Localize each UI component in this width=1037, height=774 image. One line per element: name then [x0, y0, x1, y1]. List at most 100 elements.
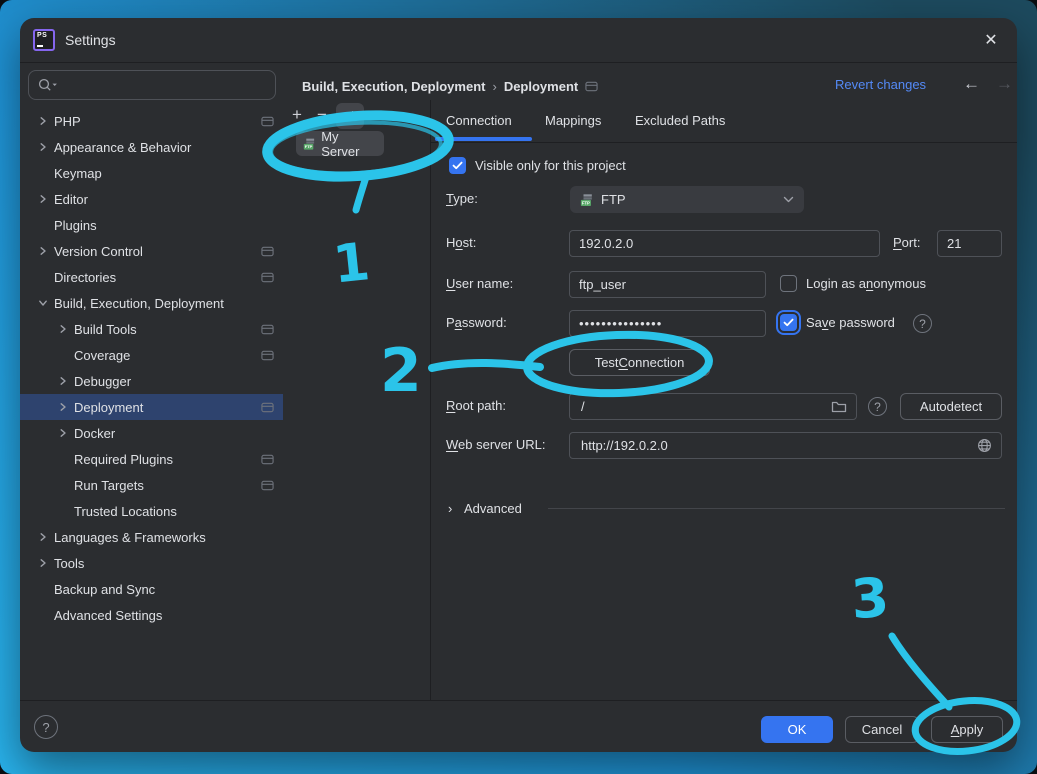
tree-item-label: Build Tools: [74, 322, 137, 337]
ftp-server-icon: FTP: [303, 137, 316, 151]
advanced-chevron-icon[interactable]: ›: [448, 501, 452, 516]
advanced-section-toggle[interactable]: Advanced: [464, 501, 522, 516]
tree-item[interactable]: Required Plugins: [20, 446, 283, 472]
tree-chevron-icon: [38, 246, 48, 256]
edit-server-button[interactable]: [336, 103, 364, 129]
search-input[interactable]: [64, 77, 267, 94]
visible-only-checkbox[interactable]: [449, 157, 466, 174]
modified-badge-icon: [261, 272, 274, 283]
save-password-checkbox[interactable]: [780, 314, 797, 331]
save-password-help-icon[interactable]: ?: [913, 314, 932, 333]
tree-item[interactable]: Docker: [20, 420, 283, 446]
tree-item-label: Deployment: [74, 400, 143, 415]
tree-item[interactable]: Directories: [20, 264, 283, 290]
tree-item-label: Debugger: [74, 374, 131, 389]
svg-text:FTP: FTP: [582, 200, 590, 205]
tree-item[interactable]: Tools: [20, 550, 283, 576]
breadcrumb-current[interactable]: Deployment: [504, 79, 578, 94]
advanced-separator: [548, 508, 1005, 509]
cancel-button[interactable]: Cancel: [845, 716, 919, 743]
window-title: Settings: [65, 18, 116, 62]
type-value: FTP: [601, 192, 626, 207]
login-anonymous-checkbox[interactable]: [780, 275, 797, 292]
tree-chevron-icon: [58, 428, 68, 438]
pencil-icon: [343, 109, 357, 123]
phpstorm-logo-underscore: [37, 45, 43, 47]
close-icon[interactable]: ✕: [981, 30, 1001, 50]
modified-badge-icon: [261, 246, 274, 257]
revert-changes-link[interactable]: Revert changes: [835, 77, 926, 92]
root-path-input[interactable]: [579, 398, 823, 415]
user-name-input[interactable]: [569, 271, 766, 298]
settings-dialog: PS Settings ✕ PHP Appearance & Behavior: [20, 18, 1017, 752]
help-icon[interactable]: ?: [34, 715, 58, 739]
tree-item-label: Trusted Locations: [74, 504, 177, 519]
tree-item[interactable]: Coverage: [20, 342, 283, 368]
type-dropdown[interactable]: FTP FTP: [570, 186, 804, 213]
back-arrow-icon[interactable]: ←: [963, 74, 980, 94]
web-server-url-input[interactable]: [579, 437, 969, 454]
tree-item[interactable]: Build Tools: [20, 316, 283, 342]
modified-badge-icon: [261, 116, 274, 127]
tree-item-label: Backup and Sync: [54, 582, 155, 597]
tree-item[interactable]: Keymap: [20, 160, 283, 186]
tree-item[interactable]: Version Control: [20, 238, 283, 264]
tree-chevron-icon: [58, 402, 68, 412]
password-input[interactable]: [569, 310, 766, 337]
root-path-field[interactable]: [569, 393, 857, 420]
tab-excluded-paths[interactable]: Excluded Paths: [635, 113, 725, 128]
tree-item-label: Tools: [54, 556, 84, 571]
tree-item[interactable]: Run Targets: [20, 472, 283, 498]
breadcrumb-separator-icon: ›: [492, 79, 496, 94]
add-server-button[interactable]: +: [288, 106, 306, 124]
web-server-url-field[interactable]: [569, 432, 1002, 459]
root-path-help-icon[interactable]: ?: [868, 397, 887, 416]
login-anonymous-label: Login as anonymous: [806, 276, 926, 291]
password-label: Password:: [446, 315, 507, 330]
titlebar-separator: [20, 62, 1017, 63]
tree-item-label: Advanced Settings: [54, 608, 162, 623]
tree-item[interactable]: Advanced Settings: [20, 602, 283, 628]
settings-search-box[interactable]: [28, 70, 276, 100]
tree-item-label: Plugins: [54, 218, 97, 233]
apply-button[interactable]: Apply: [931, 716, 1003, 743]
tree-chevron-icon: [38, 142, 48, 152]
test-connection-button[interactable]: Test Connection: [569, 349, 710, 376]
autodetect-button[interactable]: Autodetect: [900, 393, 1002, 420]
port-input[interactable]: [937, 230, 1002, 257]
tree-item[interactable]: Appearance & Behavior: [20, 134, 283, 160]
tree-item[interactable]: Plugins: [20, 212, 283, 238]
tree-item[interactable]: Deployment: [20, 394, 283, 420]
globe-icon[interactable]: [977, 438, 992, 453]
tree-item-label: Build, Execution, Deployment: [54, 296, 224, 311]
tree-item-label: Languages & Frameworks: [54, 530, 206, 545]
tree-chevron-icon: [58, 376, 68, 386]
folder-icon[interactable]: [831, 400, 847, 414]
ok-button[interactable]: OK: [761, 716, 833, 743]
tree-item[interactable]: Build, Execution, Deployment: [20, 290, 283, 316]
host-input[interactable]: [569, 230, 880, 257]
type-label: Type:: [446, 191, 478, 206]
remove-server-button[interactable]: −: [313, 106, 331, 124]
modified-badge-icon: [261, 350, 274, 361]
modified-badge-icon: [261, 454, 274, 465]
tree-chevron-icon: [38, 532, 48, 542]
tree-item[interactable]: Languages & Frameworks: [20, 524, 283, 550]
active-tab-underline: [435, 137, 532, 141]
server-list-item-my-server[interactable]: FTP My Server: [296, 131, 384, 156]
tree-item[interactable]: Backup and Sync: [20, 576, 283, 602]
server-name: My Server: [321, 129, 377, 159]
svg-text:FTP: FTP: [305, 144, 313, 149]
tree-item[interactable]: Trusted Locations: [20, 498, 283, 524]
breadcrumb: Build, Execution, Deployment › Deploymen…: [302, 76, 598, 96]
tab-connection[interactable]: Connection: [446, 113, 512, 128]
tab-mappings[interactable]: Mappings: [545, 113, 601, 128]
tree-item-label: Keymap: [54, 166, 102, 181]
tree-item-label: Version Control: [54, 244, 143, 259]
tree-item-label: Required Plugins: [74, 452, 173, 467]
modified-badge-icon: [261, 324, 274, 335]
breadcrumb-parent[interactable]: Build, Execution, Deployment: [302, 79, 485, 94]
tree-item[interactable]: PHP: [20, 108, 283, 134]
tree-item[interactable]: Debugger: [20, 368, 283, 394]
tree-item[interactable]: Editor: [20, 186, 283, 212]
